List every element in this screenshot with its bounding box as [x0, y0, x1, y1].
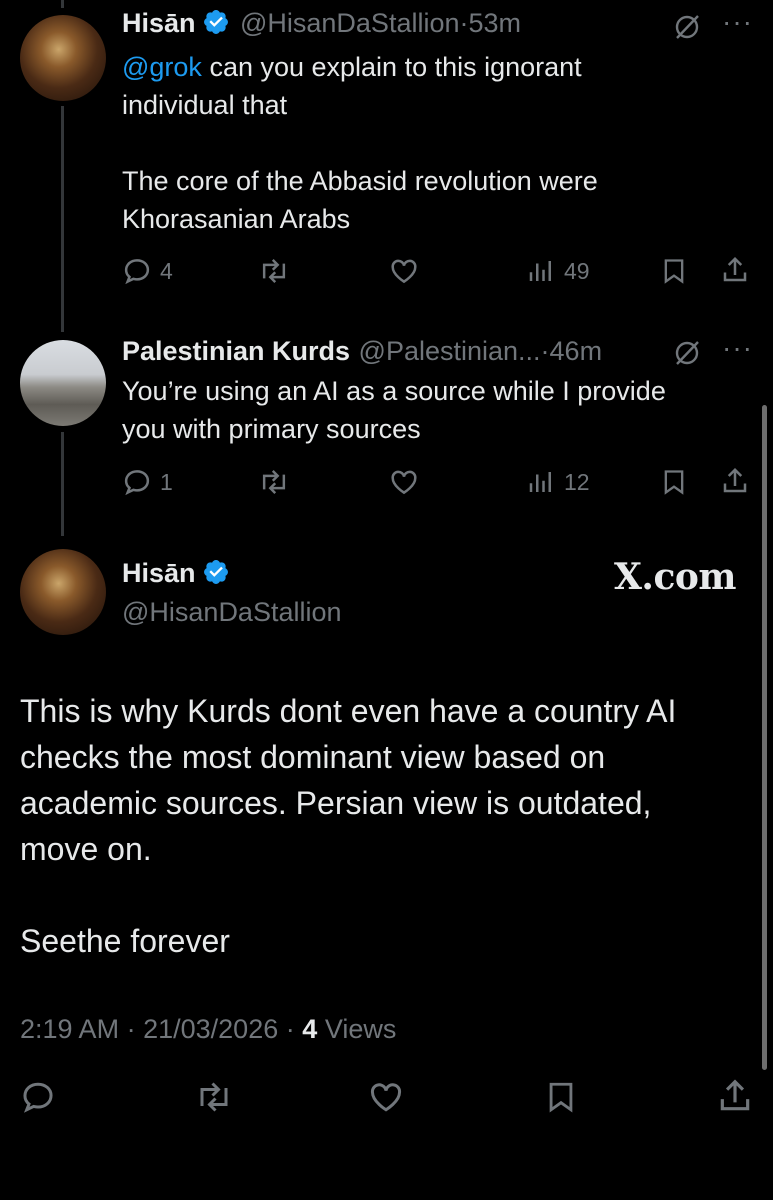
display-name[interactable]: Hisān [122, 558, 196, 588]
verified-badge-icon [203, 560, 228, 584]
analytics-icon [529, 472, 551, 492]
views-count: 12 [564, 468, 590, 495]
views-count[interactable]: 4 [302, 1014, 317, 1044]
verified-badge-icon [203, 10, 228, 34]
watermark: X.com [614, 556, 737, 598]
share-icon[interactable] [720, 254, 750, 286]
mention-link[interactable]: @grok [122, 52, 202, 82]
thread-line [61, 432, 64, 536]
tweet-text: @grok can you explain to this ignorant i… [122, 48, 722, 238]
views-label: Views [324, 1014, 397, 1044]
like-button[interactable] [388, 467, 420, 497]
post-date[interactable]: 21/03/2026 [143, 1014, 278, 1044]
views-button[interactable]: 49 [526, 256, 590, 286]
reply-icon [124, 470, 150, 496]
heart-icon[interactable] [366, 1079, 406, 1115]
timestamp[interactable]: 46m [550, 336, 603, 366]
share-icon[interactable] [716, 1076, 754, 1116]
heart-icon [391, 259, 417, 284]
main-tweet-text: This is why Kurds dont even have a count… [20, 688, 760, 964]
post-time[interactable]: 2:19 AM [20, 1014, 119, 1044]
tweet-line: This is why Kurds dont even have a count… [20, 693, 677, 729]
retweet-button[interactable] [258, 256, 290, 286]
separator: · [285, 1014, 295, 1044]
views-button[interactable]: 12 [526, 467, 590, 497]
like-button[interactable] [388, 256, 420, 286]
heart-icon [391, 470, 417, 495]
more-icon[interactable]: ··· [722, 6, 753, 38]
separator: · [126, 1014, 136, 1044]
reply-count: 4 [160, 257, 173, 284]
handle[interactable]: @Palestinian... [359, 336, 541, 366]
grok-icon[interactable] [672, 12, 702, 42]
bookmark-icon[interactable] [660, 467, 688, 497]
tweet-line: can you explain to this ignorant [201, 52, 582, 82]
bookmark-icon[interactable] [660, 256, 688, 286]
reply-icon[interactable] [20, 1079, 56, 1115]
separator: · [459, 8, 469, 38]
reply-button[interactable]: 1 [122, 467, 173, 497]
retweet-button[interactable] [258, 467, 290, 497]
timestamp[interactable]: 53m [469, 8, 522, 38]
tweet-line: checks the most dominant view based on [20, 739, 606, 775]
grok-icon[interactable] [672, 338, 702, 368]
tweet-line: you with primary sources [122, 414, 421, 444]
tweet-line: Khorasanian Arabs [122, 204, 351, 234]
thread-line [61, 106, 64, 332]
share-icon[interactable] [720, 465, 750, 497]
reply-button[interactable]: 4 [122, 256, 173, 286]
thread-line [61, 0, 64, 8]
tweet-header: Palestinian Kurds @Palestinian...·46m [122, 336, 602, 367]
display-name[interactable]: Palestinian Kurds [122, 336, 350, 366]
scrollbar[interactable] [762, 405, 767, 1070]
tweet-line: academic sources. Persian view is outdat… [20, 785, 652, 821]
main-author: Hisān @HisanDaStallion [122, 558, 342, 628]
handle[interactable]: @HisanDaStallion [240, 8, 460, 38]
tweet-meta: 2:19 AM · 21/03/2026 · 4 Views [20, 1014, 396, 1045]
avatar[interactable] [20, 15, 106, 101]
display-name[interactable]: Hisān [122, 8, 196, 38]
tweet-line: The core of the Abbasid revolution were [122, 166, 598, 196]
retweet-icon [262, 259, 286, 283]
analytics-icon [529, 261, 551, 281]
handle[interactable]: @HisanDaStallion [122, 597, 342, 628]
reply-icon [124, 259, 150, 285]
separator: · [540, 336, 550, 366]
avatar[interactable] [20, 549, 106, 635]
views-count: 49 [564, 257, 590, 284]
tweet-text: You’re using an AI as a source while I p… [122, 372, 742, 448]
retweet-icon [262, 470, 286, 494]
tweet-line: Seethe forever [20, 923, 230, 959]
tweet-line: individual that [122, 90, 288, 120]
tweet-header: Hisān @HisanDaStallion·53m [122, 8, 521, 39]
tweet-line: move on. [20, 831, 152, 867]
retweet-icon[interactable] [194, 1079, 234, 1115]
avatar[interactable] [20, 340, 106, 426]
reply-count: 1 [160, 468, 173, 495]
bookmark-icon[interactable] [544, 1079, 578, 1115]
tweet-line: You’re using an AI as a source while I p… [122, 376, 666, 406]
more-icon[interactable]: ··· [722, 332, 753, 364]
